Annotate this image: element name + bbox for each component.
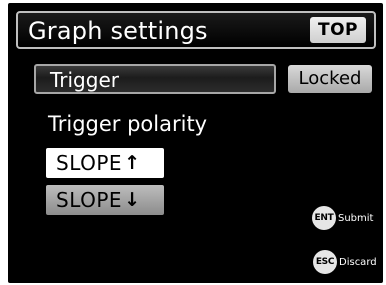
discard-hint[interactable]: ESC Discard [313, 250, 377, 274]
top-button[interactable]: TOP [310, 17, 366, 43]
slope-falling-label: SLOPE [56, 188, 123, 212]
arrow-down-icon: ↓ [124, 189, 141, 211]
trigger-field[interactable]: Trigger [34, 64, 276, 94]
page-title: Graph settings [28, 17, 208, 45]
device-screen: Graph settings TOP Trigger Locked Trigge… [8, 3, 383, 283]
locked-status-badge: Locked [288, 65, 372, 93]
slope-rising-label: SLOPE [56, 151, 123, 175]
esc-key-icon: ESC [313, 250, 337, 274]
discard-label: Discard [339, 256, 377, 268]
arrow-up-icon: ↑ [124, 152, 141, 174]
slope-rising-option[interactable]: SLOPE ↑ [46, 148, 164, 178]
submit-hint[interactable]: ENT Submit [312, 206, 373, 230]
slope-falling-option[interactable]: SLOPE ↓ [46, 185, 164, 215]
trigger-label: Trigger [50, 68, 119, 92]
submit-label: Submit [338, 212, 374, 224]
ent-key-icon: ENT [312, 206, 336, 230]
title-bar: Graph settings TOP [16, 11, 376, 49]
trigger-polarity-heading: Trigger polarity [48, 112, 208, 136]
